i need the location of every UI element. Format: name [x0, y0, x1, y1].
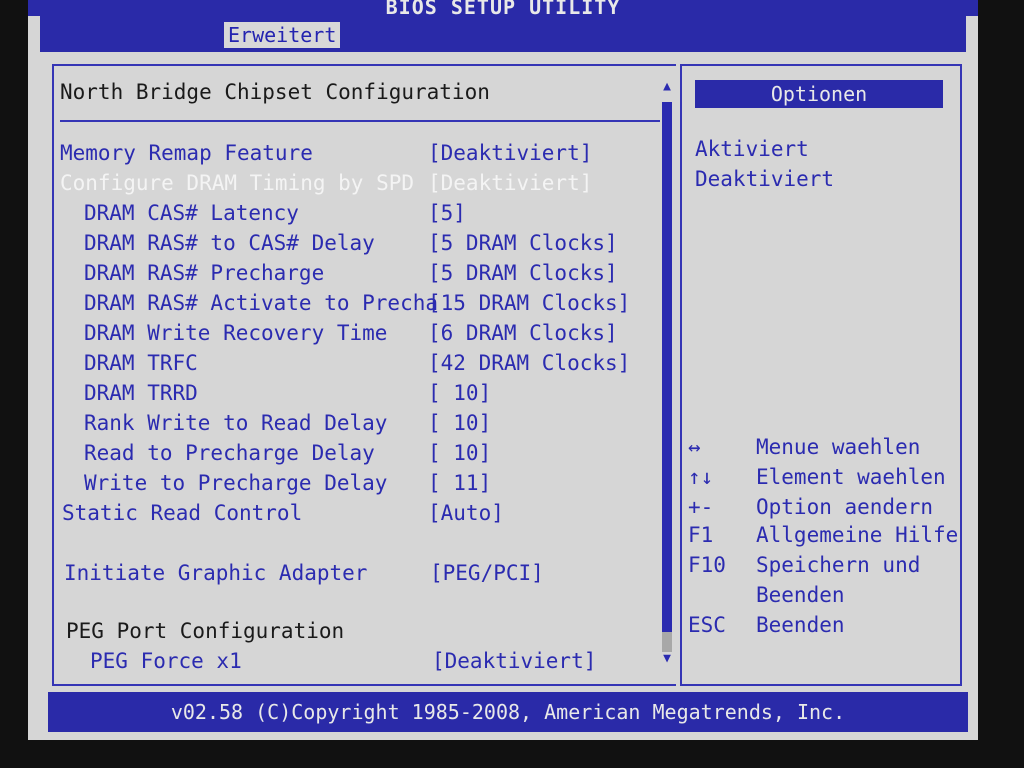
setting-label: Write to Precharge Delay: [84, 471, 388, 495]
setting-value[interactable]: [Deaktiviert]: [428, 138, 592, 168]
scroll-up-arrow-icon[interactable]: ▲: [660, 80, 674, 94]
help-key: +-: [688, 495, 714, 519]
setting-label: DRAM RAS# Activate to Precha: [84, 291, 439, 315]
setting-value[interactable]: [Auto]: [428, 498, 504, 528]
setting-label: Configure DRAM Timing by SPD: [60, 171, 415, 195]
setting-value[interactable]: [ 10]: [428, 378, 491, 408]
tab-erweitert[interactable]: Erweitert: [224, 22, 341, 48]
setting-value[interactable]: [42 DRAM Clocks]: [428, 348, 630, 378]
setting-label: Initiate Graphic Adapter: [64, 561, 368, 585]
help-desc: Element waehlen: [756, 465, 946, 489]
setting-label: DRAM RAS# Precharge: [84, 261, 325, 285]
option-aktiviert: Aktiviert: [695, 137, 809, 161]
setting-value[interactable]: [ 11]: [428, 468, 491, 498]
setting-value[interactable]: [PEG/PCI]: [430, 558, 544, 588]
setting-value[interactable]: [15 DRAM Clocks]: [428, 288, 630, 318]
setting-label: PEG Force x1: [90, 649, 242, 673]
setting-value[interactable]: [5 DRAM Clocks]: [428, 228, 618, 258]
help-desc: Allgemeine Hilfe: [756, 523, 959, 547]
setting-value[interactable]: [Deaktiviert]: [428, 168, 592, 198]
setting-value[interactable]: [5]: [428, 198, 466, 228]
up-down-arrows-icon: ↑↓: [688, 465, 714, 489]
setting-value[interactable]: [5 DRAM Clocks]: [428, 258, 618, 288]
section-title: North Bridge Chipset Configuration: [60, 80, 490, 104]
setting-label: Read to Precharge Delay: [84, 441, 375, 465]
divider: [60, 120, 660, 122]
tab-bar: Erweitert: [40, 16, 966, 52]
scroll-track[interactable]: [662, 102, 672, 632]
help-key: F1: [688, 523, 714, 547]
help-key: F10: [688, 553, 726, 577]
setting-value[interactable]: [6 DRAM Clocks]: [428, 318, 618, 348]
setting-label: DRAM RAS# to CAS# Delay: [84, 231, 375, 255]
help-desc: Option aendern: [756, 495, 934, 519]
scroll-down-arrow-icon[interactable]: ▼: [660, 652, 674, 666]
setting-label: DRAM CAS# Latency: [84, 201, 299, 225]
option-deaktiviert: Deaktiviert: [695, 167, 835, 191]
help-desc: Beenden: [756, 613, 845, 637]
scroll-thumb[interactable]: [662, 632, 672, 652]
scrollbar[interactable]: ▲ ▼: [660, 80, 674, 666]
help-desc: Speichern und: [756, 553, 921, 577]
help-key: ESC: [688, 613, 726, 637]
help-desc: Menue waehlen: [756, 435, 921, 459]
setting-label: DRAM Write Recovery Time: [84, 321, 388, 345]
options-header: Optionen: [695, 80, 943, 108]
setting-value[interactable]: [ 10]: [428, 438, 491, 468]
setting-label: Rank Write to Read Delay: [84, 411, 388, 435]
setting-label: Static Read Control: [62, 501, 303, 525]
setting-label: DRAM TRFC: [84, 351, 198, 375]
help-desc: Beenden: [756, 583, 845, 607]
bios-title: BIOS SETUP UTILITY: [28, 0, 978, 16]
section-subheading: PEG Port Configuration: [66, 619, 345, 643]
left-right-arrows-icon: ↔: [688, 435, 701, 459]
setting-value[interactable]: [Deaktiviert]: [432, 646, 596, 676]
copyright-footer: v02.58 (C)Copyright 1985-2008, American …: [48, 692, 968, 732]
setting-label: Memory Remap Feature: [60, 141, 313, 165]
setting-label: DRAM TRRD: [84, 381, 198, 405]
setting-value[interactable]: [ 10]: [428, 408, 491, 438]
